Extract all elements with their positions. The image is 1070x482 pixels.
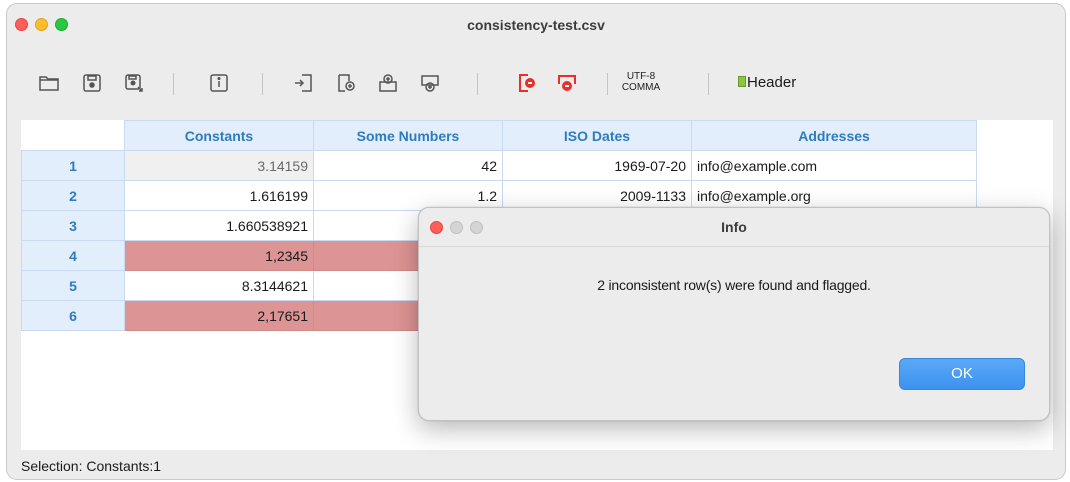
table-cell[interactable]: 1969-07-20 [502,150,692,181]
column-header[interactable]: Constants [124,120,314,151]
status-bar: Selection: Constants:1 [21,458,162,474]
table-cell[interactable]: 1.660538921 [124,210,314,241]
header-label[interactable]: Header [747,74,796,91]
insert-row-above-icon[interactable] [376,71,400,95]
dialog-title-bar[interactable]: Info [419,208,1049,247]
info-icon[interactable] [207,71,231,95]
delete-column-icon[interactable] [515,71,539,95]
table-cell[interactable]: 42 [313,150,503,181]
table-row: 2 1.616199 1.2 2009-1133 info@example.or… [21,180,977,211]
corner-cell[interactable] [21,120,125,151]
toolbar-separator [262,73,263,95]
table-cell[interactable]: 1,2345 [124,240,314,271]
table-cell[interactable]: 3.14159 [124,150,314,181]
encoding-charset: UTF-8 [626,71,656,82]
table-cell[interactable]: 1.616199 [124,180,314,211]
window-title: consistency-test.csv [467,17,605,33]
row-number[interactable]: 1 [21,150,125,181]
column-header[interactable]: ISO Dates [502,120,692,151]
dialog-message: 2 inconsistent row(s) were found and fla… [597,277,871,293]
toolbar-separator [607,73,608,95]
table-cell[interactable]: 8.3144621 [124,270,314,301]
save-as-icon[interactable] [122,71,146,95]
row-number[interactable]: 2 [21,180,125,211]
row-number[interactable]: 6 [21,300,125,331]
toolbar-separator [477,73,478,95]
column-header[interactable]: Addresses [691,120,977,151]
dialog-title: Info [721,219,747,235]
encoding-selector[interactable]: UTF-8 COMMA [617,71,665,93]
table-cell[interactable]: 2,17651 [124,300,314,331]
header-toggle[interactable] [738,76,746,87]
toolbar-separator [173,73,174,95]
table-row: 1 3.14159 42 1969-07-20 info@example.com [21,150,977,181]
encoding-delimiter: COMMA [621,82,661,93]
table-cell[interactable]: 2009-1133 [502,180,692,211]
header-row: Constants Some Numbers ISO Dates Address… [21,120,977,151]
open-folder-icon[interactable] [37,71,61,95]
delete-row-icon[interactable] [555,71,579,95]
table-cell[interactable]: info@example.com [691,150,977,181]
insert-row-icon[interactable] [418,71,442,95]
row-number[interactable]: 5 [21,270,125,301]
column-header[interactable]: Some Numbers [313,120,503,151]
save-icon[interactable] [80,71,104,95]
row-number[interactable]: 4 [21,240,125,271]
info-dialog: Info 2 inconsistent row(s) were found an… [418,207,1050,421]
table-cell[interactable]: info@example.org [691,180,977,211]
title-bar[interactable]: consistency-test.csv [7,4,1065,46]
ok-button[interactable]: OK [899,358,1025,390]
toolbar-separator [708,73,709,95]
table-cell[interactable]: 1.2 [313,180,503,211]
insert-row-below-icon[interactable] [334,71,358,95]
toolbar: UTF-8 COMMA Header [7,52,1065,114]
row-number[interactable]: 3 [21,210,125,241]
insert-column-left-icon[interactable] [292,71,316,95]
